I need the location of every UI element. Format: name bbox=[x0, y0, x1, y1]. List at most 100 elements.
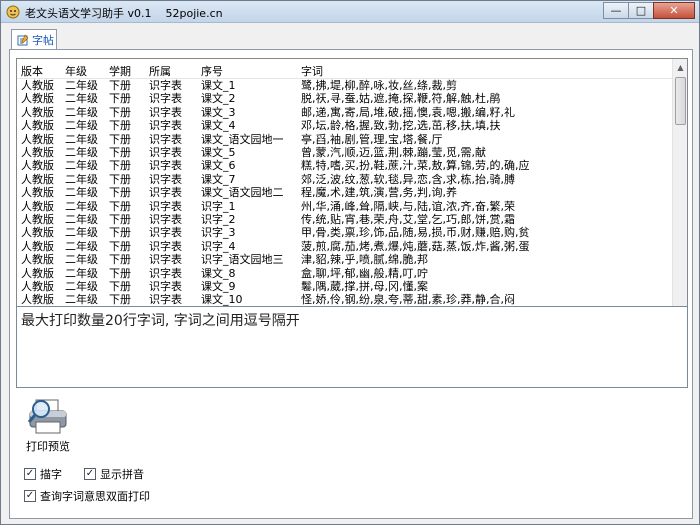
table-cell: 识字表 bbox=[149, 226, 182, 240]
column-header-grade[interactable]: 年级 bbox=[65, 63, 109, 79]
table-cell: 下册 bbox=[109, 105, 131, 119]
table-cell: 下册 bbox=[109, 199, 131, 213]
table-cell: 人教版 bbox=[21, 280, 54, 293]
scrollbar-thumb[interactable] bbox=[675, 77, 686, 125]
table-cell: 二年级 bbox=[65, 146, 98, 159]
column-header-lesson[interactable]: 序号 bbox=[201, 63, 301, 79]
table-cell: 识字_语文园地三 bbox=[201, 253, 284, 267]
trace-checkbox-label: 描字 bbox=[40, 468, 62, 481]
checkmark-icon: ✓ bbox=[24, 468, 36, 480]
trace-checkbox[interactable]: ✓ 描字 bbox=[24, 466, 62, 482]
table-cell: 二年级 bbox=[65, 92, 98, 106]
word-input-textarea[interactable]: 最大打印数量20行字词, 字词之间用逗号隔开 bbox=[16, 306, 688, 388]
table-row[interactable]: 人教版 二年级 下册 识字表 课文_3 邮,递,寓,寄,局,堆,破,摇,懊,袁,嗯,搬,编… bbox=[17, 106, 673, 119]
table-cell: 识字表 bbox=[149, 159, 182, 173]
table-cell: 识字表 bbox=[149, 253, 182, 267]
table-cell: 人教版 bbox=[21, 172, 54, 186]
table-cell: 课文_语文园地二 bbox=[201, 186, 284, 200]
column-header-words[interactable]: 字词 bbox=[301, 63, 673, 79]
table-cell: 人教版 bbox=[21, 92, 54, 106]
table-cell: 课文_7 bbox=[201, 172, 236, 186]
tab-copybook-label: 字帖 bbox=[32, 34, 54, 47]
table-cell: 二年级 bbox=[65, 119, 98, 133]
scroll-up-icon[interactable]: ▲ bbox=[673, 59, 687, 76]
table-cell: 二年级 bbox=[65, 186, 98, 200]
print-preview-button[interactable]: 打印预览 bbox=[22, 398, 70, 454]
table-row[interactable]: 人教版 二年级 下册 识字表 课文_1 鹭,拂,堤,柳,醉,咏,妆,丝,绦,裁,剪 bbox=[17, 79, 673, 92]
app-icon bbox=[6, 5, 20, 19]
table-cell: 识字_3 bbox=[201, 226, 236, 240]
table-cell: 下册 bbox=[109, 293, 131, 307]
duplex-meaning-checkbox[interactable]: ✓ 查询字词意思双面打印 bbox=[24, 488, 150, 504]
table-cell: 甲,骨,类,禀,珍,饰,品,随,易,损,币,财,赚,赔,购,贫 bbox=[301, 226, 530, 240]
table-cell: 二年级 bbox=[65, 159, 98, 173]
table-row[interactable]: 人教版 二年级 下册 识字表 课文_4 邓,坛,龄,格,握,致,勃,挖,选,茁,移,扶,填… bbox=[17, 119, 673, 132]
table-cell: 识字表 bbox=[149, 132, 182, 146]
table-cell: 课文_3 bbox=[201, 105, 236, 119]
table-cell: 邓,坛,龄,格,握,致,勃,挖,选,茁,移,扶,填,扶 bbox=[301, 119, 501, 133]
table-cell: 下册 bbox=[109, 253, 131, 267]
title-bar[interactable]: 老文头语文学习助手 v0.1 52pojie.cn — □ ✕ bbox=[1, 1, 699, 23]
show-pinyin-checkbox[interactable]: ✓ 显示拼音 bbox=[84, 466, 144, 482]
table-row[interactable]: 人教版 二年级 下册 识字表 课文_2 脱,祆,寻,蚕,姑,遮,掩,探,鞭,符,解,触,杜… bbox=[17, 92, 673, 105]
table-cell: 识字表 bbox=[149, 105, 182, 119]
table-cell: 下册 bbox=[109, 266, 131, 280]
table-cell: 二年级 bbox=[65, 280, 98, 293]
table-cell: 人教版 bbox=[21, 119, 54, 133]
column-header-category[interactable]: 所属 bbox=[149, 63, 201, 79]
table-row[interactable]: 人教版 二年级 下册 识字表 识字_3 甲,骨,类,禀,珍,饰,品,随,易,损,币,财,赚… bbox=[17, 226, 673, 239]
print-preview-label: 打印预览 bbox=[26, 440, 70, 453]
table-cell: 下册 bbox=[109, 159, 131, 173]
table-cell: 识字表 bbox=[149, 186, 182, 200]
table-cell: 识字表 bbox=[149, 119, 182, 133]
table-row[interactable]: 人教版 二年级 下册 识字表 识字_2 传,统,贴,宵,巷,荣,舟,艾,堂,乞,巧,郎,饼… bbox=[17, 213, 673, 226]
table-row[interactable]: 人教版 二年级 下册 识字表 课文_语文园地一 亭,舀,袖,剧,管,理,宝,塔,餐,厅 bbox=[17, 133, 673, 146]
table-vertical-scrollbar[interactable]: ▲ ▼ bbox=[672, 59, 687, 347]
table-cell: 人教版 bbox=[21, 159, 54, 173]
copybook-tab-page: 版本 年级 学期 所属 序号 字词 人教版 二年级 下册 识字表 课文_1 鹭,拂,堤,柳… bbox=[9, 49, 693, 519]
table-cell: 二年级 bbox=[65, 79, 98, 92]
table-cell: 识字_4 bbox=[201, 239, 236, 253]
tab-copybook[interactable]: 字帖 bbox=[11, 29, 57, 50]
table-cell: 下册 bbox=[109, 186, 131, 200]
table-row[interactable]: 人教版 二年级 下册 识字表 课文_7 郊,泛,波,纹,葱,软,毯,异,恋,含,求,栋,抬… bbox=[17, 173, 673, 186]
table-row[interactable]: 人教版 二年级 下册 识字表 课文_9 鬈,隅,葳,撑,拼,母,冈,懂,案 bbox=[17, 280, 673, 293]
table-row[interactable]: 人教版 二年级 下册 识字表 识字_4 菠,煎,腐,茄,烤,煮,爆,炖,蘑,菇,蒸,饭,炸… bbox=[17, 240, 673, 253]
table-cell: 识字_2 bbox=[201, 213, 236, 226]
table-header: 版本 年级 学期 所属 序号 字词 bbox=[17, 59, 673, 79]
table-cell: 课文_语文园地一 bbox=[201, 132, 284, 146]
print-preview-icon bbox=[27, 399, 67, 434]
table-cell: 曾,蒙,汽,顺,迈,篮,荆,棘,蹦,莹,觅,需,献 bbox=[301, 146, 486, 159]
table-cell: 程,魔,术,建,筑,演,营,务,判,询,养 bbox=[301, 186, 457, 200]
table-cell: 下册 bbox=[109, 146, 131, 159]
minimize-icon: — bbox=[610, 4, 622, 17]
close-button[interactable]: ✕ bbox=[653, 2, 695, 19]
table-cell: 下册 bbox=[109, 213, 131, 226]
table-cell: 识字表 bbox=[149, 79, 182, 92]
table-cell: 人教版 bbox=[21, 266, 54, 280]
table-row[interactable]: 人教版 二年级 下册 识字表 课文_5 曾,蒙,汽,顺,迈,篮,荆,棘,蹦,莹,觅,需,献 bbox=[17, 146, 673, 159]
table-row[interactable]: 人教版 二年级 下册 识字表 识字_1 州,华,涌,峰,耸,隔,峡,与,陆,谊,浓,齐,奋… bbox=[17, 200, 673, 213]
table-row[interactable]: 人教版 二年级 下册 识字表 识字_语文园地三 津,貂,辣,乎,喷,腻,绵,脆,邦 bbox=[17, 253, 673, 266]
table-row[interactable]: 人教版 二年级 下册 识字表 课文_10 怪,娇,伶,钢,纷,泉,夸,蒂,甜,素,珍,莽,… bbox=[17, 293, 673, 306]
table-cell: 下册 bbox=[109, 119, 131, 133]
column-header-edition[interactable]: 版本 bbox=[21, 63, 65, 79]
maximize-button[interactable]: □ bbox=[628, 2, 654, 19]
table-row[interactable]: 人教版 二年级 下册 识字表 课文_8 盒,聊,坪,郁,幽,般,精,叮,咛 bbox=[17, 267, 673, 280]
table-cell: 二年级 bbox=[65, 132, 98, 146]
table-row[interactable]: 人教版 二年级 下册 识字表 课文_6 糕,特,嗜,买,扮,鞋,蔗,汁,菜,敖,算,锦,劳… bbox=[17, 159, 673, 172]
minimize-button[interactable]: — bbox=[603, 2, 629, 19]
checkmark-icon: ✓ bbox=[24, 490, 36, 502]
table-cell: 鹭,拂,堤,柳,醉,咏,妆,丝,绦,裁,剪 bbox=[301, 79, 457, 92]
word-table[interactable]: 版本 年级 学期 所属 序号 字词 人教版 二年级 下册 识字表 课文_1 鹭,拂,堤,柳… bbox=[16, 58, 688, 348]
column-header-semester[interactable]: 学期 bbox=[109, 63, 149, 79]
table-cell: 课文_2 bbox=[201, 92, 236, 106]
table-cell: 识字表 bbox=[149, 213, 182, 226]
table-cell: 识字表 bbox=[149, 293, 182, 307]
table-cell: 人教版 bbox=[21, 186, 54, 200]
table-cell: 郊,泛,波,纹,葱,软,毯,异,恋,含,求,栋,抬,骑,膊 bbox=[301, 172, 515, 186]
window-title: 老文头语文学习助手 v0.1 52pojie.cn bbox=[25, 7, 223, 20]
table-cell: 识字表 bbox=[149, 280, 182, 293]
table-cell: 识字表 bbox=[149, 239, 182, 253]
table-row[interactable]: 人教版 二年级 下册 识字表 课文_语文园地二 程,魔,术,建,筑,演,营,务,判,询,养 bbox=[17, 186, 673, 199]
